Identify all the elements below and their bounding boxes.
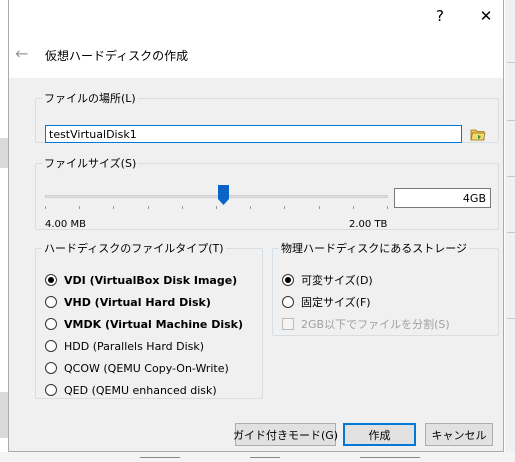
file-type-radio-indicator[interactable] — [45, 362, 57, 374]
file-type-option-label: VDI (VirtualBox Disk Image) — [64, 273, 238, 287]
storage-group: 物理ハードディスクにあるストレージ 可変サイズ(D) 固定サイズ(F) 2GB以… — [272, 240, 499, 336]
split-files-label: 2GB以下でファイルを分割(S) — [301, 318, 450, 331]
file-size-group: ファイルサイズ(S) 4.00 MB 2.00 TB — [35, 155, 499, 230]
dynamic-size-label: 可変サイズ(D) — [301, 274, 373, 287]
title-bar: ? ✕ — [9, 0, 503, 34]
file-type-radio-indicator[interactable] — [45, 274, 57, 286]
file-type-option[interactable]: QCOW (QEMU Copy-On-Write) — [45, 359, 229, 377]
file-type-option-label: QCOW (QEMU Copy-On-Write) — [64, 361, 229, 375]
background-window-right — [505, 0, 515, 462]
create-virtual-disk-dialog: ? ✕ ← 仮想ハードディスクの作成 ファイルの場所(L) ファイルサイズ(S)… — [8, 0, 504, 452]
back-arrow-icon[interactable]: ← — [15, 44, 28, 63]
file-type-radio-indicator[interactable] — [45, 340, 57, 352]
background-window-left — [0, 0, 8, 462]
dynamic-size-radio-indicator[interactable] — [282, 274, 294, 286]
background-window-bottom — [0, 452, 515, 462]
file-type-option-label: VHD (Virtual Hard Disk) — [64, 295, 211, 309]
size-max-label: 2.00 TB — [349, 219, 388, 230]
fixed-size-radio[interactable]: 固定サイズ(F) — [282, 293, 371, 311]
file-type-option[interactable]: QED (QEMU enhanced disk) — [45, 381, 217, 399]
file-type-option-label: QED (QEMU enhanced disk) — [64, 383, 217, 397]
cancel-button[interactable]: キャンセル — [425, 423, 493, 446]
file-type-option[interactable]: VMDK (Virtual Machine Disk) — [45, 315, 243, 333]
folder-icon — [470, 129, 486, 141]
size-value-input[interactable] — [394, 188, 491, 208]
file-location-input[interactable] — [45, 125, 462, 143]
file-type-radio-indicator[interactable] — [45, 318, 57, 330]
fixed-size-radio-indicator[interactable] — [282, 296, 294, 308]
help-button[interactable]: ? — [417, 0, 463, 32]
size-slider-ticks — [45, 206, 388, 210]
file-type-option[interactable]: VHD (Virtual Hard Disk) — [45, 293, 211, 311]
storage-legend: 物理ハードディスクにあるストレージ — [281, 242, 468, 255]
dialog-header: ← 仮想ハードディスクの作成 — [9, 34, 503, 78]
file-type-radio-indicator[interactable] — [45, 384, 57, 396]
create-button[interactable]: 作成 — [343, 423, 416, 446]
file-type-option-label: HDD (Parallels Hard Disk) — [64, 339, 205, 353]
file-type-option[interactable]: VDI (VirtualBox Disk Image) — [45, 271, 237, 289]
close-button[interactable]: ✕ — [463, 0, 509, 32]
size-min-label: 4.00 MB — [45, 219, 86, 230]
fixed-size-label: 固定サイズ(F) — [301, 296, 371, 309]
file-type-radio-indicator[interactable] — [45, 296, 57, 308]
guided-mode-button[interactable]: ガイド付きモード(G) — [233, 423, 338, 446]
size-slider-track[interactable] — [45, 195, 388, 198]
file-type-option-label: VMDK (Virtual Machine Disk) — [64, 317, 244, 331]
file-type-legend: ハードディスクのファイルタイプ(T) — [44, 242, 224, 255]
file-type-option[interactable]: HDD (Parallels Hard Disk) — [45, 337, 204, 355]
split-files-checkbox-box[interactable] — [282, 318, 294, 330]
dynamic-size-radio[interactable]: 可変サイズ(D) — [282, 271, 373, 289]
file-location-legend: ファイルの場所(L) — [44, 92, 136, 105]
split-files-checkbox[interactable]: 2GB以下でファイルを分割(S) — [282, 315, 450, 333]
size-slider-thumb[interactable] — [218, 185, 229, 205]
folder-browse-button[interactable] — [469, 125, 487, 143]
file-location-group: ファイルの場所(L) — [35, 90, 499, 143]
file-size-legend: ファイルサイズ(S) — [44, 157, 137, 170]
page-title: 仮想ハードディスクの作成 — [45, 49, 189, 63]
file-type-group: ハードディスクのファイルタイプ(T) VDI (VirtualBox Disk … — [35, 240, 263, 399]
